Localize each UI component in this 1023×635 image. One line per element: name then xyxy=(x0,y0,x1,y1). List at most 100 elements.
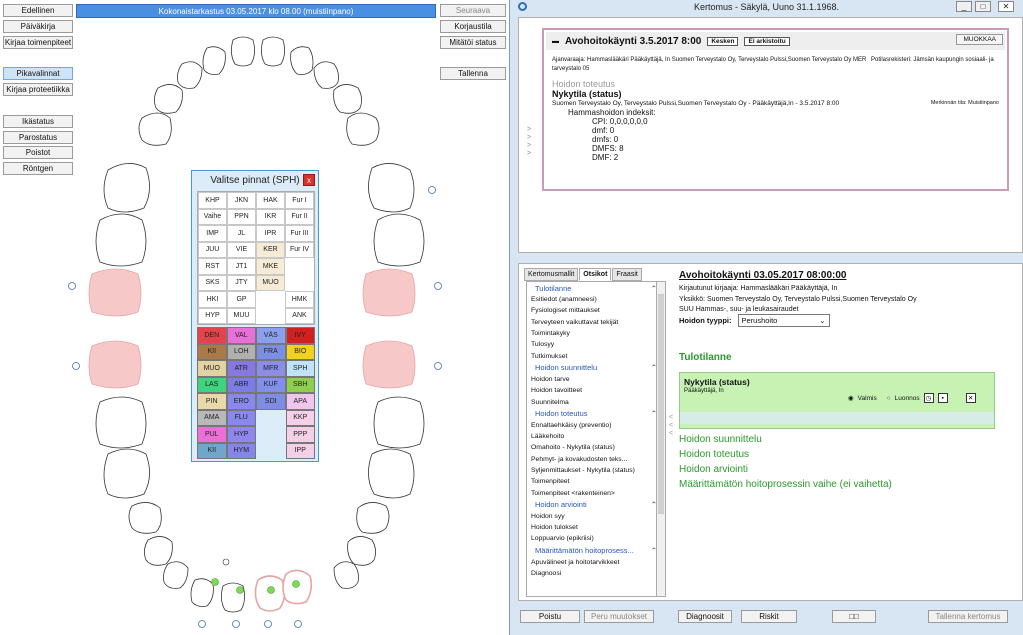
surface-code-cell[interactable]: IKR xyxy=(256,208,285,225)
tree-item[interactable]: Hoidon tulokset xyxy=(527,522,661,533)
collapse-arrows-icon[interactable]: < < < xyxy=(669,414,673,438)
color-code-cell[interactable]: IPP xyxy=(285,442,315,459)
section-link-3[interactable]: Hoidon arviointi xyxy=(679,464,748,475)
surface-code-cell[interactable]: KER xyxy=(256,241,285,258)
tree-item[interactable]: Hoidon tavoitteet xyxy=(527,385,661,396)
tree-heading[interactable]: Hoidon suunnittelu ⌃ xyxy=(527,362,661,374)
surface-code-cell[interactable]: IPR xyxy=(256,225,285,242)
color-code-cell[interactable]: ATR xyxy=(226,360,256,377)
tree-item[interactable]: Diagnoosi xyxy=(527,568,661,579)
tree-item[interactable]: Lääkehoito xyxy=(527,431,661,442)
tree-item[interactable]: Loppuarvio (epikriisi) xyxy=(527,533,661,544)
color-code-cell[interactable]: SBH xyxy=(285,376,315,393)
surface-code-cell[interactable]: HAK xyxy=(256,192,285,209)
color-code-cell[interactable]: KKP xyxy=(285,409,315,426)
close-button[interactable]: x xyxy=(303,174,315,186)
section-link-2[interactable]: Hoidon toteutus xyxy=(679,449,749,460)
surface-code-cell[interactable]: JT1 xyxy=(227,258,256,275)
tree-heading[interactable]: Määrittämätön hoitoprosess... ⌃ xyxy=(527,545,661,557)
minimize-icon[interactable]: _ xyxy=(956,1,972,12)
tree-item[interactable]: Hoidon syy xyxy=(527,511,661,522)
color-code-cell[interactable]: MFR xyxy=(256,360,286,377)
layout-button[interactable]: □□ xyxy=(832,610,876,623)
luonnos-radio[interactable]: ○ xyxy=(887,395,891,402)
surface-code-cell[interactable]: Fur II xyxy=(285,208,314,225)
tree-item[interactable]: Suunnitelma xyxy=(527,396,661,407)
tree-item[interactable]: Tutkimukset xyxy=(527,350,661,361)
surface-code-cell[interactable]: HYP xyxy=(198,307,227,324)
surface-code-cell[interactable]: Vaihe xyxy=(198,208,227,225)
surface-code-cell[interactable]: IMP xyxy=(198,225,227,242)
tree-item[interactable]: Toimenpiteet <rakenteinen> xyxy=(527,487,661,498)
tree-scrollbar[interactable] xyxy=(656,281,666,597)
close-icon[interactable]: ✕ xyxy=(998,1,1014,12)
surface-code-cell[interactable]: Fur IV xyxy=(285,241,314,258)
surface-code-cell[interactable]: JTY xyxy=(227,274,256,291)
surface-code-cell[interactable]: MKE xyxy=(256,258,285,275)
color-code-cell[interactable]: PIN xyxy=(197,393,227,410)
edit-button[interactable]: MUOKKAA xyxy=(956,34,1003,45)
color-code-cell[interactable]: VÄS xyxy=(256,327,286,344)
color-code-cell[interactable]: FRA xyxy=(256,343,286,360)
color-code-cell[interactable]: KII xyxy=(197,343,227,360)
surface-code-cell[interactable]: RST xyxy=(198,258,227,275)
heading-tree[interactable]: Tulotilanne ⌃ Esitiedot (anamneesi) Fysiolo… xyxy=(526,281,662,597)
tree-heading[interactable]: Hoidon arviointi ⌃ xyxy=(527,499,661,511)
color-code-cell[interactable]: IVY xyxy=(285,327,315,344)
color-code-cell[interactable]: PPP xyxy=(285,426,315,443)
tree-item[interactable]: Fysiologiset mittaukset xyxy=(527,305,661,316)
surface-code-cell[interactable]: HKI xyxy=(198,291,227,308)
riskit-button[interactable]: Riskit xyxy=(741,610,797,623)
tree-item[interactable]: Pehmyt- ja kovakudosten teks... xyxy=(527,454,661,465)
surface-code-cell[interactable]: Fur III xyxy=(285,225,314,242)
status-entry[interactable]: Nykytila (status) Pääkäyttäjä, In ◉ Valmi… xyxy=(679,372,995,429)
expand-arrows-icon[interactable]: > > > > xyxy=(527,126,531,158)
tree-item[interactable]: Tulosyy xyxy=(527,339,661,350)
color-code-cell[interactable]: PUL xyxy=(197,426,227,443)
color-code-cell[interactable]: KII xyxy=(197,442,227,459)
surface-code-cell[interactable]: GP xyxy=(227,291,256,308)
surface-code-cell[interactable]: JUU xyxy=(198,241,227,258)
color-code-cell[interactable]: AMA xyxy=(197,409,227,426)
color-code-cell[interactable]: LOH xyxy=(226,343,256,360)
surface-code-cell[interactable]: SKS xyxy=(198,274,227,291)
color-code-cell[interactable]: ABR xyxy=(226,376,256,393)
tallenna-kertomus-button[interactable]: Tallenna kertomus xyxy=(928,610,1008,623)
surface-code-cell[interactable]: JL xyxy=(227,225,256,242)
color-code-cell[interactable]: APA xyxy=(285,393,315,410)
delete-icon[interactable]: ✕ xyxy=(965,393,976,403)
type-select[interactable]: Perushoito ⌄ xyxy=(737,314,830,327)
lock-icon[interactable]: ▪ xyxy=(937,393,948,403)
edellinen-button[interactable]: Edellinen xyxy=(3,4,73,17)
color-code-cell[interactable]: SDI xyxy=(256,393,286,410)
surface-code-cell[interactable]: Fur I xyxy=(285,192,314,209)
color-code-cell[interactable]: FLU xyxy=(226,409,256,426)
seuraava-button[interactable]: Seuraava xyxy=(440,4,506,17)
tree-item[interactable]: Hoidon tarve xyxy=(527,374,661,385)
tab-otsikot[interactable]: Otsikot xyxy=(579,268,612,281)
color-code-cell[interactable]: ERO xyxy=(226,393,256,410)
tree-item[interactable]: Toimenpiteet xyxy=(527,476,661,487)
poistu-button[interactable]: Poistu xyxy=(520,610,580,623)
peru-muutokset-button[interactable]: Peru muutokset xyxy=(584,610,654,623)
color-code-cell[interactable]: MUO xyxy=(197,360,227,377)
color-code-cell[interactable]: KUF xyxy=(256,376,286,393)
valmis-radio[interactable]: ◉ xyxy=(848,394,854,402)
surface-code-cell[interactable]: ANK xyxy=(285,307,314,324)
tree-item[interactable]: Ennaltaehkäisy (preventio) xyxy=(527,420,661,431)
surface-code-cell[interactable]: MUO xyxy=(256,274,285,291)
diagnoosit-button[interactable]: Diagnoosit xyxy=(678,610,732,623)
color-code-cell[interactable]: DEN xyxy=(197,327,227,344)
tree-heading[interactable]: Hoidon toteutus ⌃ xyxy=(527,408,661,420)
color-code-cell[interactable]: BIO xyxy=(285,343,315,360)
surface-code-cell[interactable]: JKN xyxy=(227,192,256,209)
tree-item[interactable]: Esitiedot (anamneesi) xyxy=(527,294,661,305)
tree-item[interactable]: Toimintakyky xyxy=(527,328,661,339)
surface-code-cell[interactable]: HMK xyxy=(285,291,314,308)
color-code-cell[interactable]: HYP xyxy=(226,426,256,443)
surface-code-cell[interactable]: PPN xyxy=(227,208,256,225)
tab-fraasit[interactable]: Fraasit xyxy=(612,268,642,281)
color-code-cell[interactable]: LAS xyxy=(197,376,227,393)
surface-code-cell[interactable]: MUU xyxy=(227,307,256,324)
tree-item[interactable]: Omahoito - Nykytila (status) xyxy=(527,442,661,453)
